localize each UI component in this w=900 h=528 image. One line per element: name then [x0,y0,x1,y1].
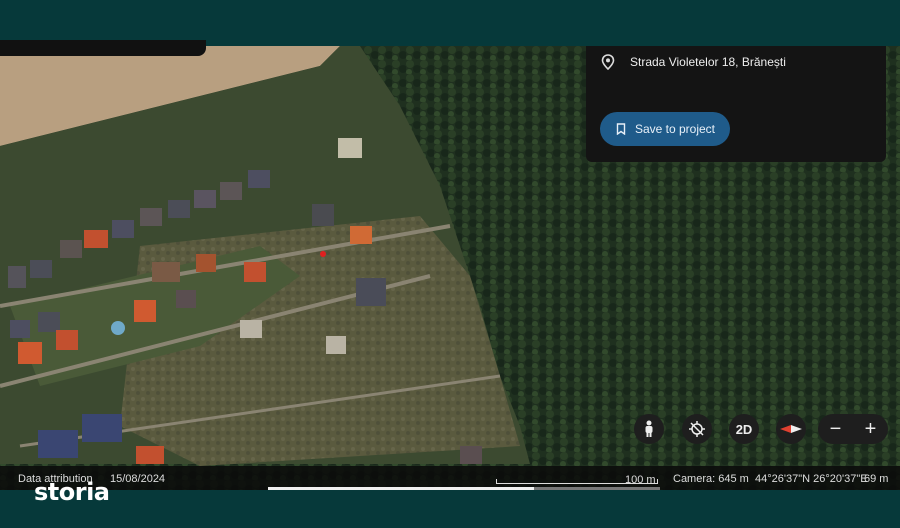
location-toggle-button[interactable] [682,414,712,444]
top-left-panel [0,40,206,56]
view-mode-label: 2D [735,421,753,437]
loading-fill [268,487,534,490]
camera-altitude: Camera: 645 m [673,473,749,485]
zoom-controls: − + [818,414,888,444]
address-text: Strada Violetelor 18, Brănești [630,55,786,69]
view-mode-button[interactable]: 2D [729,414,759,444]
compass-icon [780,425,802,433]
bottom-frame [0,490,900,528]
bookmark-icon [616,123,626,135]
location-pin-icon [601,54,615,70]
zoom-out-button[interactable]: − [821,418,851,441]
street-view-button[interactable] [634,414,664,444]
location-off-icon [689,421,705,437]
imagery-date: 15/08/2024 [110,473,166,485]
zoom-in-button[interactable]: + [856,418,886,441]
save-to-project-button[interactable]: Save to project [600,112,730,146]
save-button-label: Save to project [634,122,716,136]
coordinates: 44°26'37"N 26°20'37"E [755,473,868,485]
pegman-icon [645,420,653,437]
compass-button[interactable] [776,414,806,444]
elevation: 69 m [864,473,889,485]
location-card: Strada Violetelor 18, Brănești Save to p… [586,46,886,162]
storia-logo: storia [34,478,110,506]
scale-bar [496,479,658,484]
address-row: Strada Violetelor 18, Brănești [600,54,786,70]
